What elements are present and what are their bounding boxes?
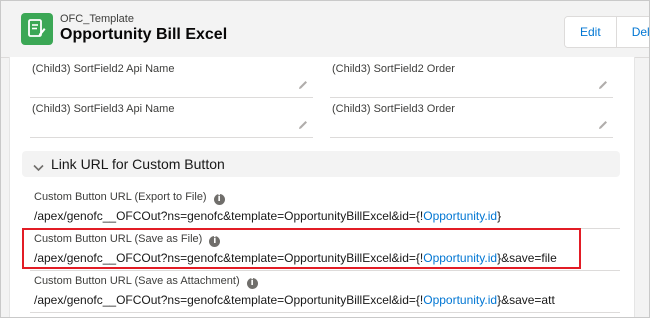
- delete-button[interactable]: Delet: [615, 17, 649, 47]
- pencil-edit-icon[interactable]: [297, 118, 309, 136]
- info-icon[interactable]: i: [246, 278, 258, 289]
- opportunity-id-link[interactable]: Opportunity.id: [423, 209, 497, 223]
- field-label: Custom Button URL (Export to File): [34, 191, 207, 203]
- edit-button[interactable]: Edit: [565, 17, 616, 47]
- url-prefix: /apex/genofc__OFCOut?ns=genofc&template=…: [34, 209, 424, 223]
- field-label: (Child3) SortField3 Api Name: [32, 103, 175, 115]
- field-child3-sortfield3-api-name: (Child3) SortField3 Api Name: [30, 97, 313, 138]
- opportunity-id-link[interactable]: Opportunity.id: [423, 293, 497, 307]
- field-label: (Child3) SortField2 Order: [332, 63, 455, 75]
- section-title: Link URL for Custom Button: [51, 156, 225, 172]
- pencil-edit-icon[interactable]: [597, 118, 609, 136]
- field-custom-button-url-export: Custom Button URL (Export to File) i /ape…: [30, 190, 620, 229]
- record-actions: Edit Delet: [564, 16, 649, 48]
- field-label: (Child3) SortField2 Api Name: [32, 63, 175, 75]
- field-child3-sortfield2-api-name: (Child3) SortField2 Api Name: [30, 57, 313, 98]
- template-app-icon: [21, 13, 53, 45]
- field-label: Custom Button URL (Save as Attachment): [34, 275, 240, 287]
- record-header: OFC_Template Opportunity Bill Excel Edit…: [1, 1, 649, 58]
- record-detail-card: (Child3) SortField2 Api Name (Child3) So…: [9, 57, 635, 317]
- field-child3-sortfield3-order: (Child3) SortField3 Order: [330, 97, 613, 138]
- field-value: /apex/genofc__OFCOut?ns=genofc&template=…: [34, 293, 555, 307]
- field-label: (Child3) SortField3 Order: [332, 103, 455, 115]
- app-window: OFC_Template Opportunity Bill Excel Edit…: [0, 0, 650, 318]
- section-toggle-link-url[interactable]: Link URL for Custom Button: [22, 151, 620, 177]
- info-icon[interactable]: i: [213, 194, 225, 205]
- field-value: /apex/genofc__OFCOut?ns=genofc&template=…: [34, 209, 501, 223]
- highlight-box: [22, 228, 581, 269]
- field-child3-sortfield2-order: (Child3) SortField2 Order: [330, 57, 613, 98]
- pencil-edit-icon[interactable]: [297, 78, 309, 96]
- url-suffix: }: [497, 209, 502, 223]
- chevron-down-icon: [33, 159, 44, 177]
- record-title: Opportunity Bill Excel: [60, 26, 228, 43]
- object-type-label: OFC_Template: [60, 13, 134, 25]
- field-custom-button-url-save-as-attachment: Custom Button URL (Save as Attachment) i …: [30, 274, 620, 313]
- url-suffix: }&save=att: [497, 293, 555, 307]
- pencil-edit-icon[interactable]: [597, 78, 609, 96]
- url-prefix: /apex/genofc__OFCOut?ns=genofc&template=…: [34, 293, 424, 307]
